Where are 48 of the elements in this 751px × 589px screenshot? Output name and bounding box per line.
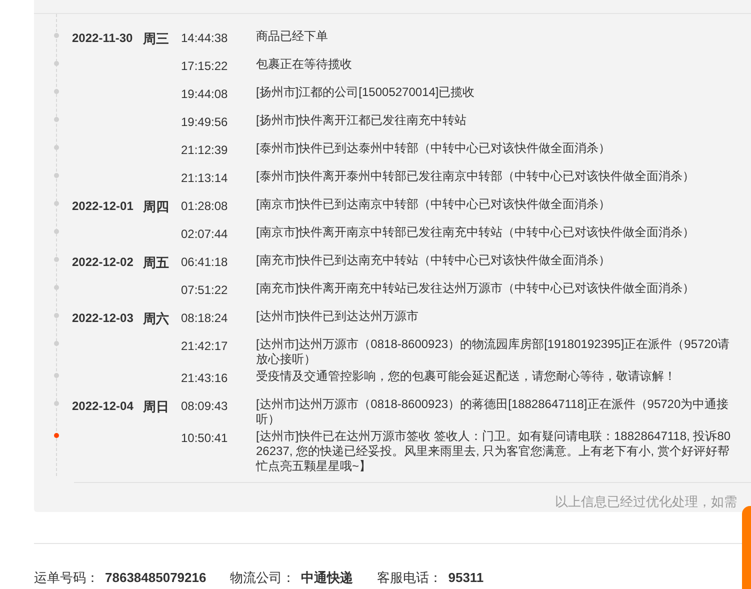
time-text: 19:44:08 xyxy=(181,87,228,101)
time-text: 21:43:16 xyxy=(181,371,228,385)
status-text: [达州市]达州万源市（0818-8600923）的蒋德田[18828647118]正在派件（95720为中通接听） xyxy=(256,397,730,427)
weekday-text: 周五 xyxy=(143,255,169,270)
weekday-text: 周三 xyxy=(143,31,169,46)
status-text: [扬州市]快件离开江都已发往南充中转站 xyxy=(256,113,468,128)
date-text: 2022-12-03 xyxy=(72,311,134,325)
field-value: 95311 xyxy=(448,569,484,587)
status-text: [达州市]达州万源市（0818-8600923）的物流园库房部[19180192395]正在派件（95720请放心接听） xyxy=(256,337,731,367)
time-text: 08:09:43 xyxy=(181,399,228,413)
field-value: 中通快递 xyxy=(301,569,354,587)
time-text: 17:15:22 xyxy=(181,59,228,73)
time-text: 02:07:44 xyxy=(181,227,228,241)
info-note: 以上信息已经过优化处理，如需 xyxy=(555,493,737,511)
status-text: [南充市]快件已到达南充中转站（中转中心已对该快件做全面消杀） xyxy=(256,253,612,268)
field-label: 客服电话： xyxy=(377,569,442,587)
weekday-text: 周四 xyxy=(143,199,169,214)
weekday-text: 周六 xyxy=(143,311,169,326)
status-text: 商品已经下单 xyxy=(256,29,329,44)
date-text: 2022-12-02 xyxy=(72,255,134,269)
status-text: 受疫情及交通管控影响，您的包裹可能会延迟配送，请您耐心等待，敬请谅解！ xyxy=(256,369,677,384)
status-text: [扬州市]江都的公司[15005270014]已揽收 xyxy=(256,85,476,100)
time-text: 10:50:41 xyxy=(181,431,228,445)
date-text: 2022-12-01 xyxy=(72,199,134,213)
date-text: 2022-12-04 xyxy=(72,399,134,413)
time-text: 21:42:17 xyxy=(181,339,228,353)
time-text: 21:13:14 xyxy=(181,171,228,185)
status-text: [达州市]快件已到达达州万源市 xyxy=(256,309,420,324)
status-text: [泰州市]快件已到达泰州中转部（中转中心已对该快件做全面消杀） xyxy=(256,141,612,156)
time-text: 21:12:39 xyxy=(181,143,228,157)
floating-widget[interactable] xyxy=(742,506,751,589)
date-text: 2022-11-30 xyxy=(72,31,133,45)
field-value: 78638485079216 xyxy=(105,569,206,587)
status-text: [南京市]快件已到达南京中转部（中转中心已对该快件做全面消杀） xyxy=(256,197,612,212)
status-text: 包裹正在等待揽收 xyxy=(256,57,353,72)
status-text: [南充市]快件离开南充中转站已发往达州万源市（中转中心已对该快件做全面消杀） xyxy=(256,281,696,296)
field-label: 物流公司： xyxy=(230,569,296,587)
time-text: 19:49:56 xyxy=(181,115,228,129)
weekday-text: 周日 xyxy=(143,399,169,414)
status-text: [南京市]快件离开南京中转部已发往南充中转站（中转中心已对该快件做全面消杀） xyxy=(256,225,696,240)
field-label: 运单号码： xyxy=(34,569,99,587)
time-text: 08:18:24 xyxy=(181,311,228,325)
status-text: [达州市]快件已在达州万源市签收 签收人：门卫。如有疑问请电联：18828647118, 投诉8026237, 您的快递已经妥投。风里来雨里去, 只为客官您满意。上有老下有小, 赏个好评好帮忙点亮五颗星星哦~】 xyxy=(256,429,732,474)
time-text: 07:51:22 xyxy=(181,283,228,297)
time-text: 01:28:08 xyxy=(181,199,228,213)
time-text: 06:41:18 xyxy=(181,255,228,269)
time-text: 14:44:38 xyxy=(181,31,228,45)
status-text: [泰州市]快件离开泰州中转部已发往南京中转部（中转中心已对该快件做全面消杀） xyxy=(256,169,696,184)
